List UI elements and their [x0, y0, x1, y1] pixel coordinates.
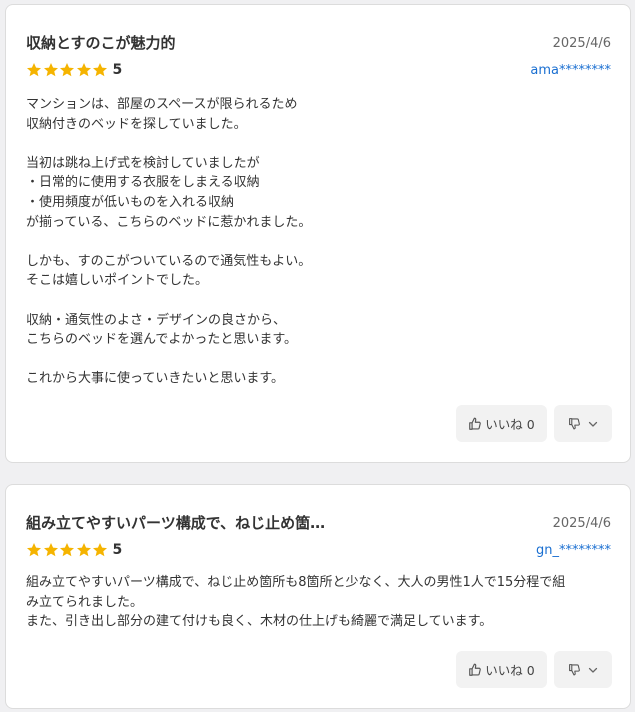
- dislike-button[interactable]: [554, 651, 612, 688]
- star-rating: [26, 62, 109, 78]
- like-label: いいね 0: [485, 417, 535, 432]
- rating: 5: [26, 62, 122, 78]
- review-title: 組み立てやすいパーツ構成で、ねじ止め箇…: [26, 514, 326, 532]
- review-body: マンションは、部屋のスペースが限られるため 収納付きのベッドを探していました。 …: [26, 97, 312, 387]
- thumbs-down-icon: [568, 664, 580, 676]
- star-icon: [93, 63, 107, 77]
- star-icon: [60, 63, 74, 77]
- reviewer-name[interactable]: ama********: [530, 63, 611, 78]
- review-card: 収納とすのこが魅力的 2025/4/6 5 ama******** マンションは…: [5, 4, 631, 463]
- review-title: 収納とすのこが魅力的: [26, 34, 176, 52]
- rating-score: 5: [112, 62, 123, 78]
- like-button[interactable]: いいね 0: [456, 651, 547, 688]
- thumbs-up-icon: [469, 417, 482, 430]
- rating: 5: [26, 542, 122, 558]
- chevron-down-icon: [588, 667, 597, 673]
- star-icon: [43, 63, 58, 77]
- star-icon: [27, 543, 41, 557]
- chevron-down-icon: [588, 421, 597, 427]
- star-icon: [93, 543, 107, 557]
- reviewer-name[interactable]: gn_********: [536, 543, 611, 558]
- review-body: 組み立てやすいパーツ構成で、ねじ止め箇所も8箇所と少なく、大人の男性1人で15分…: [26, 575, 566, 630]
- review-card: 組み立てやすいパーツ構成で、ねじ止め箇… 2025/4/6 5 gn_*****…: [5, 484, 631, 709]
- thumbs-down-icon: [568, 418, 580, 430]
- thumbs-up-icon: [469, 663, 482, 676]
- star-icon: [60, 543, 74, 557]
- dislike-button[interactable]: [554, 405, 612, 442]
- star-icon: [27, 63, 41, 77]
- like-button[interactable]: いいね 0: [456, 405, 547, 442]
- star-icon: [76, 63, 91, 77]
- like-label: いいね 0: [485, 663, 535, 678]
- star-rating: [26, 542, 109, 558]
- review-date: 2025/4/6: [552, 36, 611, 51]
- star-icon: [76, 543, 91, 557]
- star-icon: [43, 543, 58, 557]
- review-date: 2025/4/6: [552, 516, 611, 531]
- rating-score: 5: [112, 542, 123, 558]
